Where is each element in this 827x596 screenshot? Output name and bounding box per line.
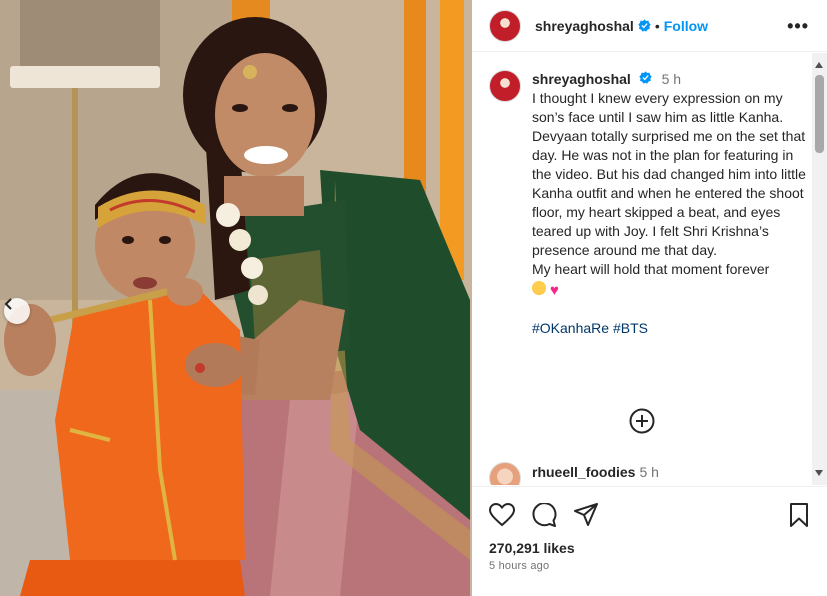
post-side-panel: shreyaghoshal • Follow ••• shreyaghoshal [472, 0, 827, 596]
author-username[interactable]: shreyaghoshal [535, 18, 634, 34]
post-image[interactable] [0, 0, 472, 596]
caption-timestamp[interactable]: 5 h [662, 71, 681, 87]
hashtags: #OKanhaRe #BTS [532, 319, 807, 338]
scrollbar-thumb[interactable] [815, 75, 824, 153]
author-avatar[interactable] [489, 9, 521, 42]
carousel-prev-button[interactable] [4, 298, 30, 324]
follow-button[interactable]: Follow [664, 18, 708, 34]
plus-circle-icon [629, 408, 655, 434]
verified-badge-icon [638, 19, 651, 32]
load-more-comments-button[interactable] [629, 408, 655, 434]
crying-face-icon [532, 281, 546, 295]
verified-badge-icon [639, 71, 652, 84]
comment-timestamp[interactable]: 5 h [639, 464, 658, 480]
post-actions: 270,291 likes 5 hours ago [472, 486, 827, 596]
chevron-left-icon [4, 298, 12, 310]
header-separator: • [654, 17, 660, 34]
hashtag-link[interactable]: #OKanhaRe [532, 320, 609, 336]
caption-body: shreyaghoshal 5 h I thought I knew every… [532, 70, 807, 338]
post-photo [0, 0, 472, 596]
caption-avatar[interactable] [489, 70, 521, 102]
comment-header: rhueell_foodies 5 h [532, 464, 659, 480]
heart-icon[interactable] [489, 503, 515, 527]
comments-scrollbar[interactable] [812, 53, 827, 485]
caption-text: I thought I knew every expression on my … [532, 90, 806, 277]
action-icon-group [489, 503, 599, 527]
commenter-username[interactable]: rhueell_foodies [532, 464, 635, 480]
hashtag-link[interactable]: #BTS [613, 320, 648, 336]
paper-plane-icon[interactable] [573, 503, 599, 527]
scroll-up-arrow-icon[interactable] [815, 62, 823, 68]
more-options-icon[interactable]: ••• [787, 16, 809, 37]
bookmark-icon [790, 503, 808, 527]
comment-item: rhueell_foodies 5 h [489, 462, 809, 485]
commenter-avatar[interactable] [489, 462, 521, 485]
comment-icon[interactable] [531, 503, 557, 527]
likes-count[interactable]: 270,291 likes [489, 540, 575, 556]
caption-emojis: ♥ [532, 279, 807, 300]
post-header: shreyaghoshal • Follow ••• [472, 0, 827, 52]
post-timestamp[interactable]: 5 hours ago [489, 560, 549, 572]
save-button[interactable] [788, 503, 810, 527]
caption-username[interactable]: shreyaghoshal [532, 71, 631, 87]
scroll-down-arrow-icon[interactable] [815, 470, 823, 476]
pink-heart-icon: ♥ [550, 282, 559, 299]
comments-section[interactable]: shreyaghoshal 5 h I thought I knew every… [472, 53, 827, 485]
